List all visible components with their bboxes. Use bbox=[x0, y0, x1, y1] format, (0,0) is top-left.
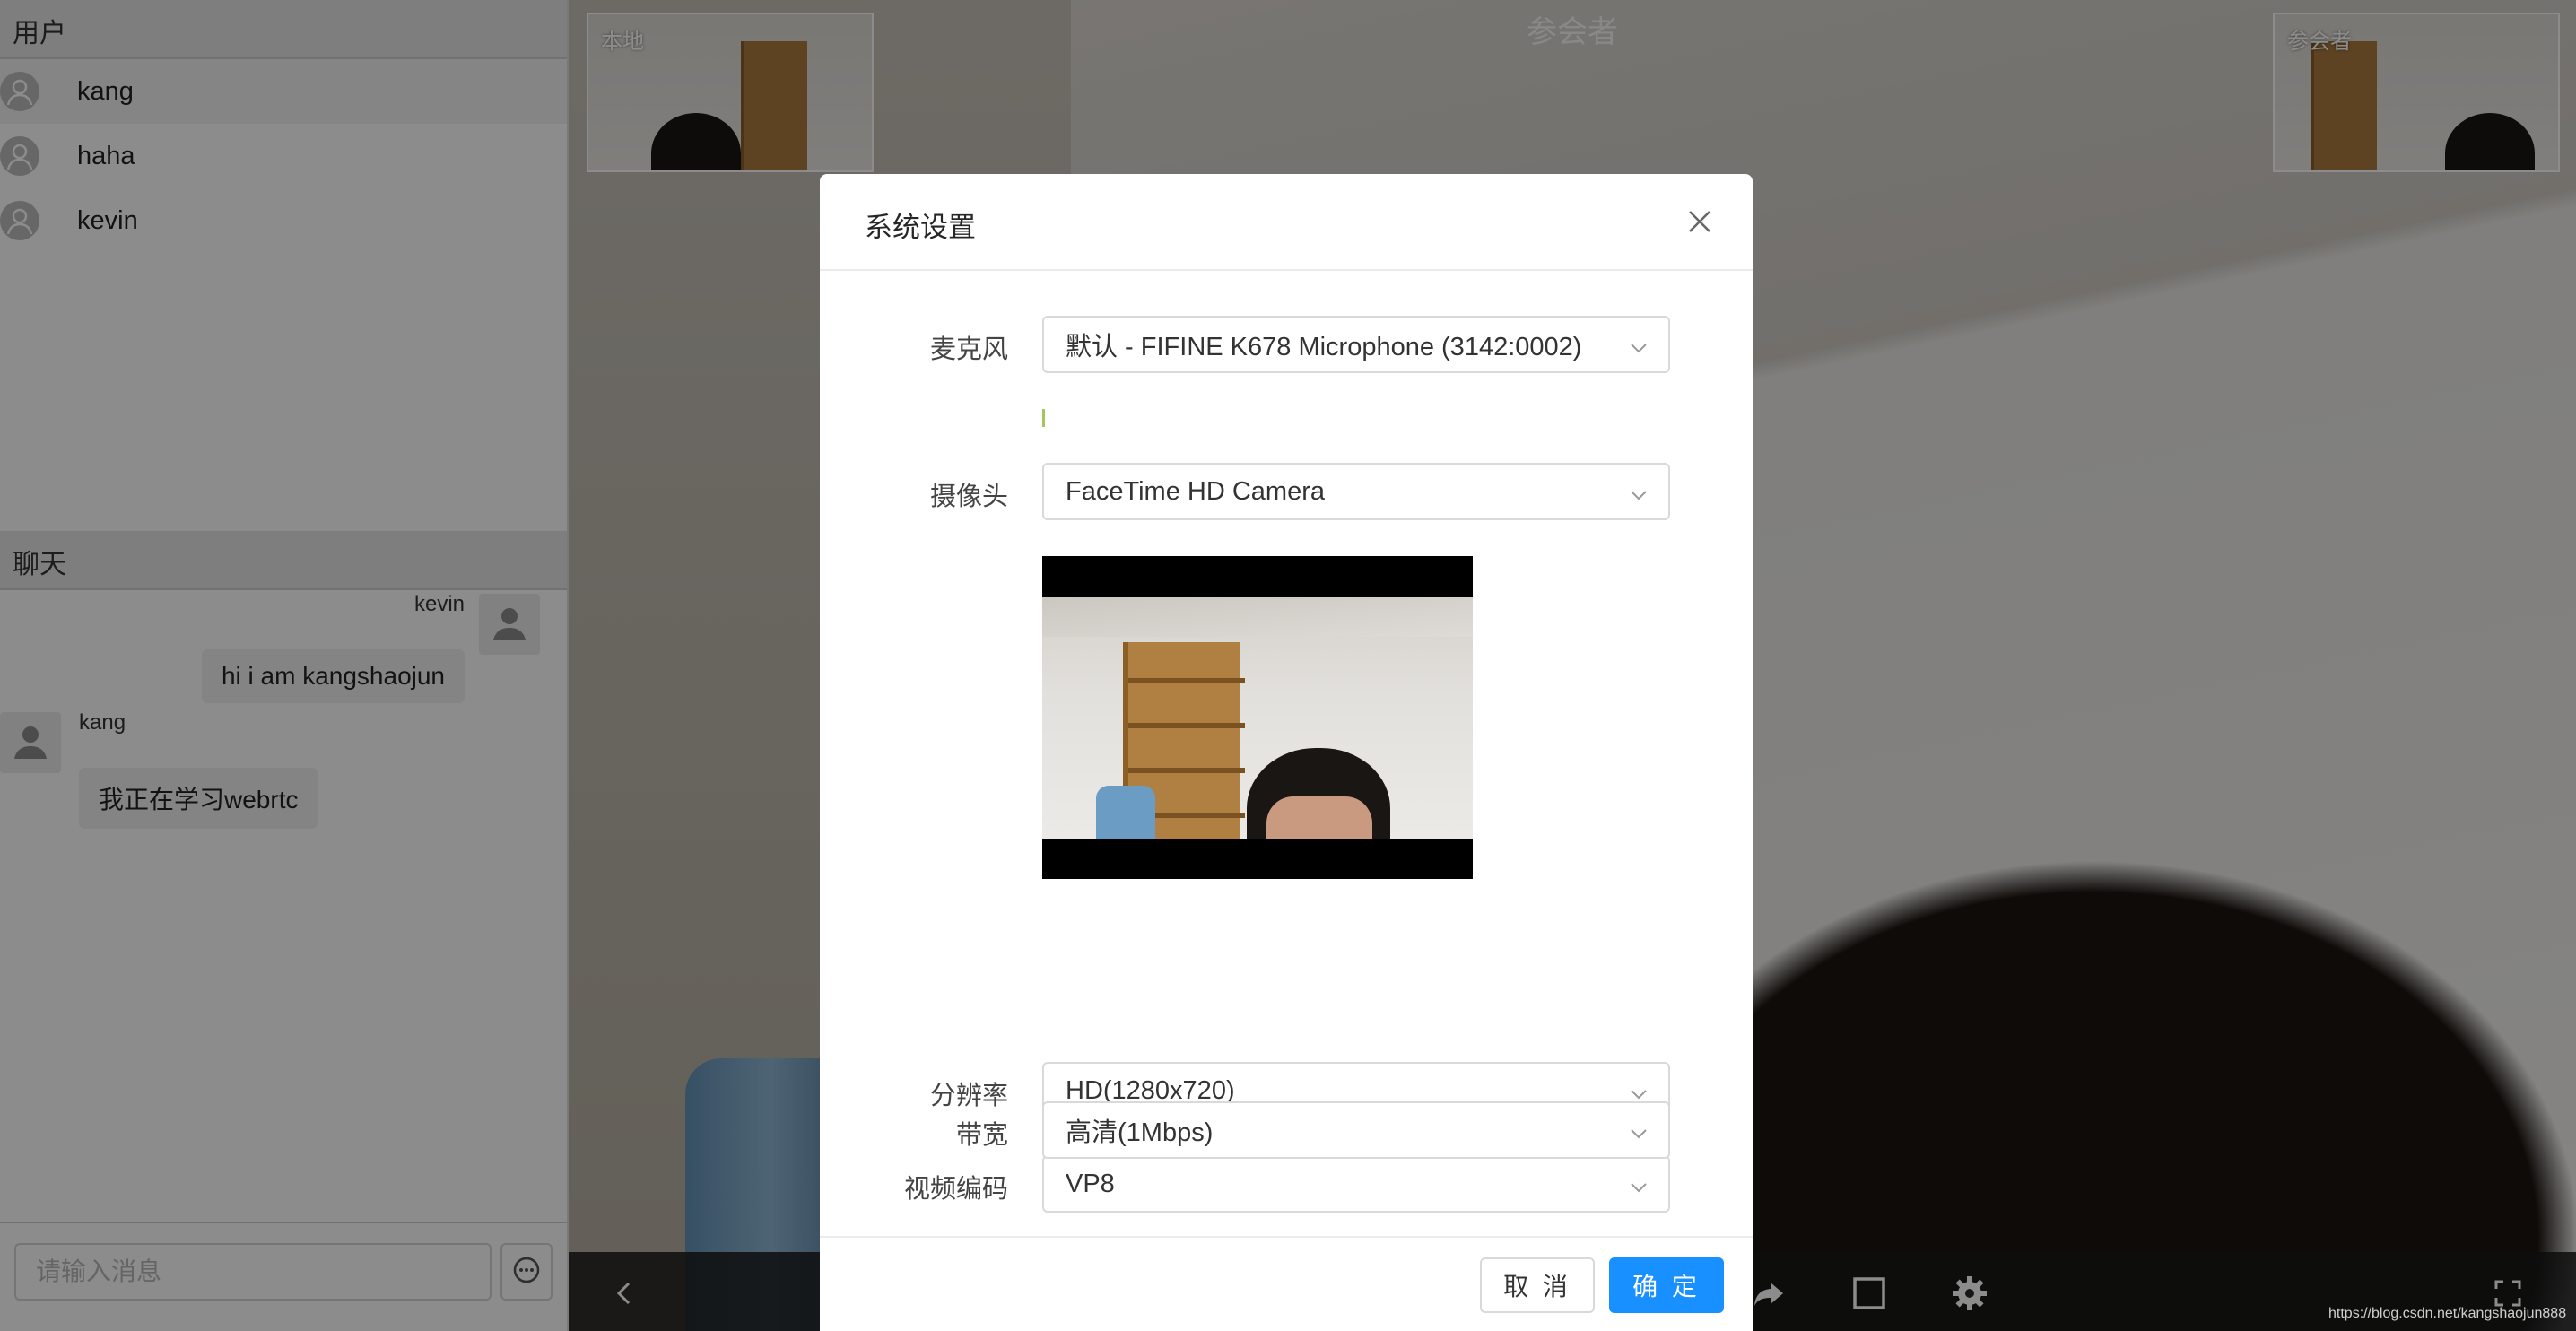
dialog-header: 系统设置 bbox=[820, 174, 1753, 271]
chevron-down-icon bbox=[1629, 1175, 1649, 1195]
video-codec-select-value: VP8 bbox=[1066, 1169, 1115, 1198]
microphone-select-value: 默认 - FIFINE K678 Microphone (3142:0002) bbox=[1066, 333, 1582, 361]
camera-preview-frame bbox=[1042, 597, 1473, 839]
microphone-level-meter bbox=[1042, 409, 1045, 427]
watermark-url: https://blog.csdn.net/kangshaojun888 bbox=[2328, 1306, 2567, 1321]
video-codec-select[interactable]: VP8 bbox=[1042, 1155, 1670, 1213]
camera-label: 摄像头 bbox=[929, 483, 1008, 511]
resolution-label: 分辨率 bbox=[929, 1082, 1008, 1110]
camera-select-value: FaceTime HD Camera bbox=[1066, 476, 1325, 506]
close-button[interactable] bbox=[1681, 204, 1719, 242]
preview-person-face bbox=[1266, 796, 1372, 839]
bandwidth-select[interactable]: 高清(1Mbps) bbox=[1042, 1101, 1670, 1159]
cancel-button[interactable]: 取 消 bbox=[1480, 1257, 1595, 1313]
chevron-down-icon bbox=[1629, 1121, 1649, 1141]
chevron-down-icon bbox=[1629, 335, 1649, 355]
camera-preview bbox=[1042, 556, 1473, 879]
video-codec-label: 视频编码 bbox=[903, 1175, 1008, 1204]
dialog-footer: 取 消 确 定 bbox=[820, 1236, 1753, 1331]
confirm-button[interactable]: 确 定 bbox=[1609, 1257, 1724, 1313]
preview-water-jug bbox=[1096, 786, 1155, 839]
dialog-title: 系统设置 bbox=[865, 212, 976, 243]
bandwidth-label: 带宽 bbox=[955, 1121, 1008, 1150]
microphone-label: 麦克风 bbox=[929, 335, 1008, 364]
microphone-select[interactable]: 默认 - FIFINE K678 Microphone (3142:0002) bbox=[1042, 316, 1670, 373]
close-icon bbox=[1687, 209, 1712, 239]
camera-select[interactable]: FaceTime HD Camera bbox=[1042, 463, 1670, 520]
bandwidth-select-value: 高清(1Mbps) bbox=[1066, 1118, 1214, 1147]
preview-ceiling bbox=[1042, 597, 1473, 637]
chevron-down-icon bbox=[1629, 483, 1649, 502]
chevron-down-icon bbox=[1629, 1082, 1649, 1101]
